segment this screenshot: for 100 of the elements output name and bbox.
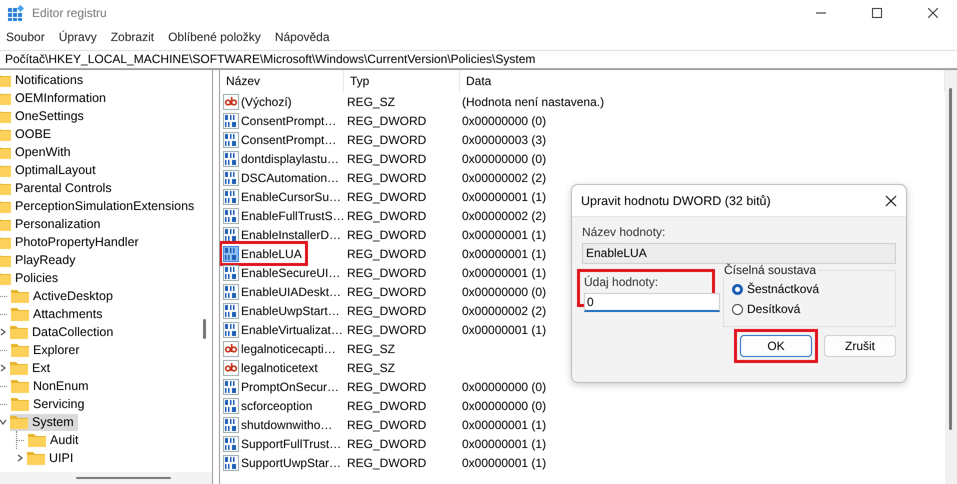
folder-icon bbox=[11, 397, 29, 411]
group-label: Číselná soustava bbox=[723, 263, 818, 277]
tree-item[interactable]: NonEnum bbox=[11, 378, 93, 394]
value-name[interactable]: scforceoption bbox=[223, 397, 314, 414]
binary-value-icon bbox=[223, 150, 239, 166]
ok-button[interactable]: OK bbox=[740, 335, 812, 357]
table-cell: 0x00000001 (1) bbox=[462, 322, 546, 336]
binary-value-icon bbox=[223, 416, 239, 432]
folder-icon bbox=[28, 433, 46, 447]
address-bar[interactable]: Počítač\HKEY_LOCAL_MACHINE\SOFTWARE\Microsoft\Windows\CurrentVersion\Policies\System bbox=[0, 50, 957, 69]
collapse-chevron-icon[interactable] bbox=[0, 418, 7, 426]
radio-button[interactable] bbox=[732, 284, 743, 294]
value-name[interactable]: (Výchozí) bbox=[223, 93, 294, 110]
table-cell-text: REG_DWORD bbox=[346, 436, 428, 450]
menu-item[interactable]: Nápověda bbox=[274, 30, 330, 44]
expand-chevron-icon[interactable] bbox=[16, 454, 24, 462]
tree-item[interactable]: Ext bbox=[10, 360, 54, 376]
value-name[interactable]: EnableVirtualizat… bbox=[223, 321, 345, 338]
app-icon bbox=[8, 5, 24, 21]
scrollbar-thumb[interactable] bbox=[76, 477, 171, 479]
table-cell: 0x00000000 (0) bbox=[462, 398, 546, 412]
value-name-field[interactable]: EnableLUA bbox=[582, 243, 896, 264]
tree-item[interactable]: ActiveDesktop bbox=[11, 288, 117, 304]
menu-item[interactable]: Oblíbené položky bbox=[168, 30, 261, 44]
expand-chevron-icon[interactable] bbox=[0, 364, 7, 372]
cancel-button[interactable]: Zrušit bbox=[824, 335, 896, 357]
value-name[interactable]: SupportFullTrust… bbox=[223, 435, 344, 452]
tree-item[interactable]: UIPI bbox=[27, 450, 78, 466]
tree-item[interactable]: Audit bbox=[28, 432, 82, 448]
menu-item[interactable]: Soubor bbox=[6, 30, 45, 44]
value-name[interactable]: EnableInstallerD… bbox=[223, 226, 344, 243]
value-name[interactable]: EnableUwpStart… bbox=[223, 302, 342, 319]
folder-icon bbox=[10, 325, 28, 339]
radio-button[interactable] bbox=[732, 304, 743, 314]
menu-item[interactable]: Úpravy bbox=[58, 30, 97, 44]
tree-item[interactable]: OptimalLayout bbox=[0, 162, 100, 178]
value-name[interactable]: DSCAutomation… bbox=[223, 169, 342, 186]
binary-value-icon bbox=[223, 188, 239, 204]
value-name[interactable]: EnableLUA bbox=[223, 245, 304, 262]
expand-chevron-icon[interactable] bbox=[0, 328, 7, 336]
value-name[interactable]: EnableSecureUI… bbox=[223, 264, 342, 281]
table-cell-text: REG_DWORD bbox=[346, 170, 428, 184]
tree-item[interactable]: System bbox=[10, 414, 78, 430]
table-cell-text: REG_DWORD bbox=[346, 304, 428, 318]
tree-item[interactable]: Parental Controls bbox=[0, 180, 116, 196]
radio-label[interactable]: Desítková bbox=[747, 302, 800, 316]
binary-value-icon bbox=[223, 208, 239, 224]
tree-item[interactable]: OneSettings bbox=[0, 108, 88, 124]
value-name[interactable]: shutdownwitho… bbox=[223, 416, 334, 433]
tree-item[interactable]: PlayReady bbox=[0, 252, 80, 268]
value-input-field[interactable]: 0 bbox=[584, 293, 720, 312]
tree-item[interactable]: PerceptionSimulationExtensions bbox=[0, 198, 196, 214]
field-label: Název hodnoty: bbox=[582, 225, 666, 241]
value-name[interactable]: ConsentPrompt… bbox=[223, 112, 338, 129]
table-cell-text: REG_SZ bbox=[346, 342, 396, 356]
value-name[interactable]: EnableUIADeskt… bbox=[223, 283, 344, 300]
tree-item[interactable]: Explorer bbox=[11, 342, 84, 358]
value-name[interactable]: EnableFullTrustS… bbox=[223, 207, 347, 224]
value-name[interactable]: PromptOnSecur… bbox=[223, 378, 342, 395]
tree-item[interactable]: Notifications bbox=[0, 72, 88, 88]
tree-item[interactable]: Personalization bbox=[0, 216, 104, 232]
folder-icon bbox=[27, 451, 45, 465]
close-icon[interactable] bbox=[885, 194, 897, 206]
tree-item[interactable]: OpenWith bbox=[0, 144, 75, 160]
tree-item[interactable]: Servicing bbox=[11, 396, 88, 412]
radio-label[interactable]: Šestnáctková bbox=[747, 282, 820, 296]
table-cell-text: REG_DWORD bbox=[346, 190, 428, 204]
table-cell: 0x00000000 (0) bbox=[462, 380, 546, 394]
folder-icon bbox=[11, 343, 29, 357]
tree-item[interactable]: DataCollection bbox=[10, 324, 118, 340]
folder-icon bbox=[10, 361, 28, 375]
value-name[interactable]: legalnoticetext bbox=[223, 359, 320, 376]
close-icon[interactable] bbox=[928, 8, 938, 18]
scrollbar-thumb[interactable] bbox=[203, 319, 206, 339]
table-cell-text: REG_DWORD bbox=[346, 228, 428, 242]
table-cell-text: REG_DWORD bbox=[346, 246, 428, 260]
tree-item[interactable]: OOBE bbox=[0, 126, 56, 142]
tree-item[interactable]: PhotoPropertyHandler bbox=[0, 234, 143, 250]
value-name[interactable]: ConsentPrompt… bbox=[223, 131, 338, 148]
maximize-icon[interactable] bbox=[872, 8, 882, 18]
binary-value-icon bbox=[223, 398, 239, 414]
value-name[interactable]: dontdisplaylastu… bbox=[223, 150, 342, 167]
string-value-icon bbox=[223, 94, 239, 110]
value-name[interactable]: SupportUwpStar… bbox=[223, 454, 344, 471]
tree-item[interactable]: OEMInformation bbox=[0, 90, 110, 106]
table-cell-text: REG_DWORD bbox=[346, 114, 428, 128]
folder-icon bbox=[11, 379, 29, 393]
dialog-title: Upravit hodnotu DWORD (32 bitů) bbox=[581, 194, 771, 208]
menu-item[interactable]: Zobrazit bbox=[110, 30, 154, 44]
table-cell-text: REG_DWORD bbox=[346, 418, 428, 432]
binary-value-icon bbox=[223, 322, 239, 338]
scrollbar-thumb[interactable] bbox=[949, 88, 952, 430]
tree-item[interactable]: Policies bbox=[0, 270, 62, 286]
column-header[interactable]: Název bbox=[220, 70, 344, 92]
column-header[interactable]: Typ bbox=[344, 70, 460, 92]
table-cell: 0x00000001 (1) bbox=[462, 228, 546, 242]
binary-value-icon bbox=[223, 284, 239, 300]
value-name[interactable]: EnableCursorSu… bbox=[223, 188, 344, 205]
tree-item[interactable]: Attachments bbox=[11, 306, 106, 322]
value-name[interactable]: legalnoticecapti… bbox=[223, 340, 338, 357]
